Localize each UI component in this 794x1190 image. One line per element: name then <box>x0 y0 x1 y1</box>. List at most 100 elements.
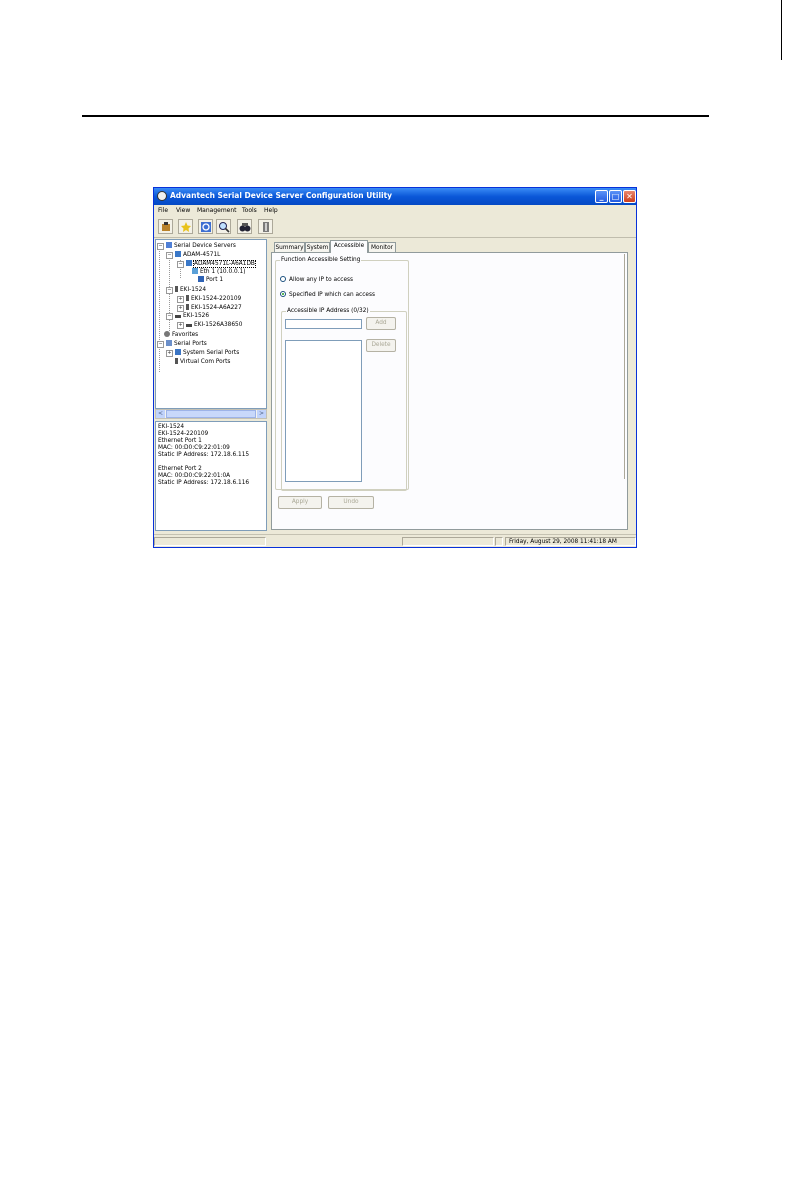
add-server-icon[interactable] <box>158 219 173 234</box>
add-button[interactable]: Add <box>366 317 396 330</box>
port-icon <box>198 276 204 282</box>
info-line: EKI-1524 <box>158 424 185 430</box>
tree-label: Virtual Com Ports <box>180 359 231 365</box>
tree-guide <box>159 246 160 372</box>
tree-item-virtual-com-ports[interactable]: Virtual Com Ports <box>175 358 230 366</box>
expand-icon[interactable]: + <box>177 296 184 303</box>
radio-button[interactable] <box>280 291 286 297</box>
radio-button[interactable] <box>280 276 286 282</box>
menu-bar: File View Management Tools Help <box>154 205 636 216</box>
collapse-icon[interactable]: − <box>177 261 184 268</box>
info-line: MAC: 00:D0:C9:22:01:0A <box>158 473 231 479</box>
tab-accessible[interactable]: Accessible <box>330 240 368 253</box>
expand-icon[interactable]: + <box>177 305 184 312</box>
panel-divider <box>624 254 625 479</box>
favorites-icon <box>164 331 170 337</box>
status-cell-empty <box>495 537 503 546</box>
info-line: Ethernet Port 1 <box>158 438 202 444</box>
tree-label: ADAM-4571L <box>183 252 221 258</box>
collapse-icon[interactable]: − <box>157 243 164 250</box>
collapse-icon[interactable]: − <box>166 252 173 259</box>
scroll-right-button[interactable]: > <box>257 410 266 418</box>
info-line: Static IP Address: 172.18.6.116 <box>158 480 250 486</box>
magnifier-icon[interactable] <box>216 219 231 234</box>
tree-label: Serial Device Servers <box>174 243 236 249</box>
device-icon <box>186 295 189 301</box>
device-info-panel: EKI-1524 EKI-1524-220109 Ethernet Port 1… <box>155 421 267 531</box>
menu-file[interactable]: File <box>158 207 168 214</box>
device-icon <box>175 251 181 257</box>
tree-label: EKI-1524 <box>180 287 207 293</box>
collapse-icon[interactable]: − <box>166 313 173 320</box>
info-line <box>158 459 264 466</box>
undo-button[interactable]: Undo <box>328 496 374 509</box>
apply-button[interactable]: Apply <box>278 496 322 509</box>
expand-icon[interactable]: + <box>166 350 173 357</box>
tree-item-system-serial-ports[interactable]: + System Serial Ports <box>166 349 239 357</box>
ip-address-input[interactable] <box>285 319 362 329</box>
tree-label: Serial Ports <box>174 341 207 347</box>
tree-horizontal-scrollbar[interactable]: < > <box>155 409 267 419</box>
search-server-icon[interactable] <box>178 219 193 234</box>
menu-help[interactable]: Help <box>264 207 278 214</box>
collapse-icon[interactable]: − <box>166 287 173 294</box>
tab-content-accessible: Function Accessible Setting Allow any IP… <box>271 252 628 530</box>
refresh-icon[interactable] <box>198 219 213 234</box>
tree-label: EKI-1524-A6A227 <box>191 305 242 311</box>
config-panel: Summary System Accessible Monitor Functi… <box>271 239 628 531</box>
tab-system[interactable]: System <box>305 242 330 252</box>
info-line: MAC: 00:D0:C9:22:01:09 <box>158 445 230 451</box>
serial-port-icon <box>166 340 172 346</box>
tree-label: ADAM4571L-A6A1DB <box>193 260 256 268</box>
tree-item-favorites[interactable]: Favorites <box>164 331 198 339</box>
tree-label: Port 1 <box>206 277 224 283</box>
radio-label: Allow any IP to access <box>289 277 354 283</box>
scroll-left-button[interactable]: < <box>156 410 165 418</box>
binoculars-icon[interactable] <box>237 219 252 234</box>
title-bar[interactable]: Advantech Serial Device Server Configura… <box>154 188 636 205</box>
tree-item-serial-ports[interactable]: − Serial Ports <box>157 340 207 348</box>
tree-item-eki1524-a[interactable]: + EKI-1524-220109 <box>177 295 241 303</box>
tree-item-eki1526[interactable]: − EKI-1526 <box>166 313 209 320</box>
info-line: EKI-1524-220109 <box>158 431 209 437</box>
menu-view[interactable]: View <box>176 207 190 214</box>
tree-item-eki1524-b[interactable]: + EKI-1524-A6A227 <box>177 304 242 312</box>
expand-icon[interactable]: + <box>177 322 184 329</box>
device-icon <box>175 315 181 318</box>
serial-port-icon <box>175 349 181 355</box>
close-button[interactable]: ✕ <box>623 190 636 203</box>
device-tree[interactable]: − Serial Device Servers − ADAM-4571L − ADAM… <box>155 239 267 409</box>
tree-item-eth1[interactable]: Eth 1 (10.0.0.1) <box>192 268 245 276</box>
tree-item-eki1524[interactable]: − EKI-1524 <box>166 286 206 294</box>
scroll-thumb[interactable] <box>166 410 256 418</box>
group-title: Accessible IP Address (0/32) <box>286 308 370 314</box>
tree-label: System Serial Ports <box>183 350 240 356</box>
tab-monitor[interactable]: Monitor <box>368 242 396 252</box>
group-title: Function Accessible Setting <box>280 257 362 263</box>
tree-item-eki1526-a[interactable]: + EKI-1526A38650 <box>177 322 242 329</box>
window-title: Advantech Serial Device Server Configura… <box>170 191 393 200</box>
radio-specified-ip[interactable]: Specified IP which can access <box>280 291 375 298</box>
crop-mark <box>781 0 782 60</box>
tree-item-adam[interactable]: − ADAM-4571L <box>166 251 220 259</box>
tree-item-serial-device-servers[interactable]: − Serial Device Servers <box>157 242 236 250</box>
device-icon <box>175 286 178 292</box>
tab-summary[interactable]: Summary <box>274 242 305 252</box>
com-port-icon <box>175 358 178 364</box>
tree-item-port1[interactable]: Port 1 <box>198 276 223 284</box>
tree-label: EKI-1526 <box>183 313 210 319</box>
radio-allow-any-ip[interactable]: Allow any IP to access <box>280 276 353 283</box>
ethernet-icon <box>192 268 198 274</box>
delete-button[interactable]: Delete <box>366 339 396 352</box>
status-cell-empty <box>402 537 494 546</box>
collapse-icon[interactable]: − <box>157 341 164 348</box>
exit-icon[interactable] <box>258 219 273 234</box>
ip-address-list[interactable] <box>285 340 362 482</box>
app-icon <box>157 191 167 201</box>
tree-label: Eth 1 (10.0.0.1) <box>200 269 246 275</box>
minimize-button[interactable]: _ <box>595 190 608 203</box>
menu-tools[interactable]: Tools <box>242 207 257 214</box>
tree-item-adam-device[interactable]: − ADAM4571L-A6A1DB <box>177 260 256 268</box>
maximize-button[interactable]: □ <box>609 190 622 203</box>
menu-management[interactable]: Management <box>197 207 237 214</box>
